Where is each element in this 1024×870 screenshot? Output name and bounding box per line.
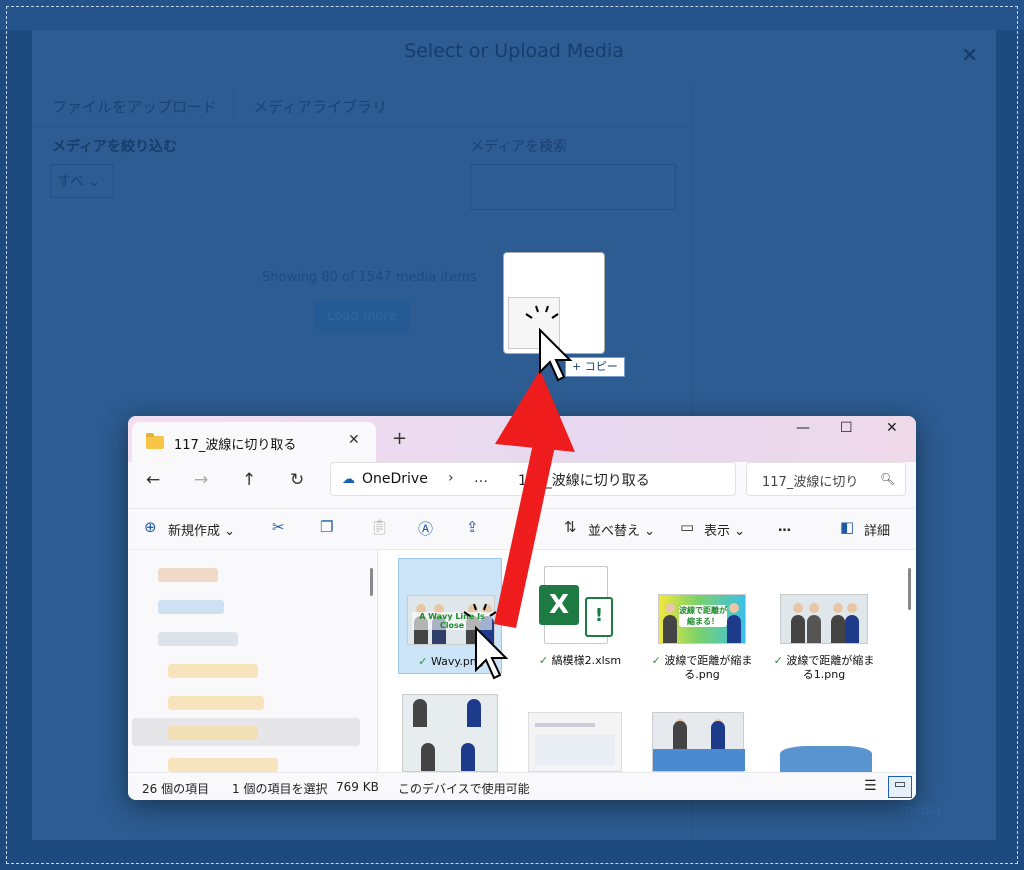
file-item[interactable]	[650, 710, 754, 772]
details-button[interactable]: 詳細	[864, 520, 890, 539]
thumbnail	[780, 732, 872, 772]
sort-button[interactable]: 並べ替え ⌄	[588, 520, 655, 539]
selection-size: 769 KB	[336, 780, 379, 794]
nav-item[interactable]	[158, 632, 238, 646]
more-button[interactable]: …	[778, 520, 791, 535]
nav-item[interactable]	[158, 568, 218, 582]
address-ellipsis[interactable]: …	[474, 470, 488, 486]
file-explorer-window: 117_波線に切り取る ✕ + — ☐ ✕ ← → ↑ ↻ ☁ OneDrive…	[128, 416, 916, 800]
cut-icon[interactable]: ✂	[272, 518, 285, 536]
plus-circle-icon: ⊕	[144, 518, 157, 536]
chevron-right-icon: ›	[448, 470, 454, 486]
tile-view-icon[interactable]: ▭	[888, 776, 912, 798]
tab-title: 117_波線に切り取る	[174, 438, 297, 453]
file-icon	[508, 297, 560, 349]
chevron-down-icon: ⌄	[84, 174, 101, 190]
file-item[interactable]	[528, 710, 632, 772]
copy-badge: + コピー	[565, 357, 625, 377]
thumbnail	[402, 694, 498, 772]
thumbnail	[780, 594, 868, 644]
explorer-tab[interactable]: 117_波線に切り取る ✕	[132, 422, 376, 462]
nav-item[interactable]	[168, 696, 264, 710]
filter-label: メディアを絞り込む	[52, 139, 178, 155]
new-tab-icon[interactable]: +	[392, 428, 407, 449]
nav-item[interactable]	[168, 664, 258, 678]
file-name: ✓ Wavy.png	[418, 655, 484, 668]
tab-upload[interactable]: ファイルをアップロード	[36, 86, 235, 128]
file-item[interactable]: X ! ✓ 縞模様2.xlsm	[528, 558, 632, 674]
nav-item[interactable]	[168, 726, 258, 740]
up-icon[interactable]: ↑	[242, 470, 256, 490]
share-icon[interactable]: ⇪	[466, 518, 479, 536]
sort-icon: ⇅	[564, 518, 577, 536]
file-name: ✓ 縞模様2.xlsm	[538, 654, 622, 667]
filter-value: すべ	[57, 174, 85, 190]
thumbnail: A Wavy Line Is Close	[407, 595, 495, 645]
tab-media-library[interactable]: メディアライブラリ	[237, 86, 403, 128]
file-name: ✓ 波線で距離が縮まる1.png	[773, 654, 875, 681]
file-item[interactable]: 波線で距離が縮まる！ ✓ 波線で距離が縮まる.png	[650, 558, 754, 681]
view-icon: ▭	[680, 518, 695, 536]
nav-scrollbar[interactable]	[370, 568, 373, 596]
thumbnail: 波線で距離が縮まる！	[658, 594, 746, 644]
background-admin-bar	[0, 0, 1024, 30]
drag-preview	[503, 252, 605, 354]
search-placeholder: 117_波線に切り	[762, 475, 859, 490]
title-bar: 117_波線に切り取る ✕ + — ☐ ✕	[128, 416, 916, 462]
selection-count: 1 個の項目を選択	[232, 782, 328, 796]
file-item[interactable]	[398, 690, 502, 772]
close-tab-icon[interactable]: ✕	[348, 432, 360, 448]
file-item[interactable]	[772, 720, 876, 772]
file-item[interactable]: ✓ 波線で距離が縮まる1.png	[772, 558, 876, 681]
delete-icon[interactable]: 🗑︎	[514, 518, 533, 536]
load-more-button[interactable]: Load more	[314, 300, 410, 334]
availability-status: このデバイスで使用可能	[398, 782, 530, 796]
item-count: 26 個の項目	[142, 782, 210, 796]
nav-item[interactable]	[168, 758, 278, 772]
back-icon[interactable]: ←	[146, 470, 160, 490]
details-icon: ◧	[840, 518, 855, 536]
folder-icon	[146, 433, 164, 449]
thumbnail	[652, 712, 745, 772]
file-name: ✓ 波線で距離が縮まる.png	[651, 654, 753, 681]
thumb-text: 波線で距離が縮まる！	[679, 605, 727, 627]
maximize-icon[interactable]: ☐	[840, 420, 853, 436]
minimize-icon[interactable]: —	[796, 420, 810, 436]
paste-icon[interactable]: 📋︎	[370, 518, 389, 536]
address-root[interactable]: OneDrive	[362, 471, 428, 487]
copy-icon[interactable]: ❐	[320, 518, 333, 536]
navigation-pane	[128, 550, 378, 772]
new-button[interactable]: 新規作成 ⌄	[168, 520, 235, 539]
search-input[interactable]	[470, 164, 676, 210]
content-scrollbar[interactable]	[908, 568, 911, 610]
cloud-icon: ☁	[342, 472, 355, 487]
file-item[interactable]: A Wavy Line Is Close ✓ Wavy.png	[398, 558, 502, 674]
forward-icon[interactable]: →	[194, 470, 208, 490]
modal-title: Select or Upload Media	[404, 40, 624, 62]
excel-file-icon: X !	[539, 566, 613, 644]
list-view-icon[interactable]: ☰	[864, 778, 877, 794]
nav-item[interactable]	[158, 600, 224, 614]
search-icon: 🔍︎	[880, 472, 896, 486]
close-icon[interactable]: ×	[961, 42, 978, 66]
view-button[interactable]: 表示 ⌄	[704, 520, 745, 539]
thumb-text: A Wavy Line Is Close	[412, 612, 492, 630]
search-label: メディアを検索	[470, 139, 568, 155]
close-window-icon[interactable]: ✕	[886, 420, 898, 436]
thumbnail	[528, 712, 622, 772]
modal-tabs: ファイルをアップロード メディアライブラリ	[32, 86, 692, 128]
rename-icon[interactable]: Ⓐ	[418, 518, 433, 539]
file-list: A Wavy Line Is Close ✓ Wavy.png X ! ✓ 縞模…	[380, 550, 916, 772]
address-folder[interactable]: 117_波線に切り取る	[518, 470, 650, 490]
media-count-text: Showing 80 of 1547 media items	[262, 270, 477, 285]
refresh-icon[interactable]: ↻	[290, 470, 304, 490]
filter-select[interactable]: すべ ⌄	[50, 164, 114, 198]
